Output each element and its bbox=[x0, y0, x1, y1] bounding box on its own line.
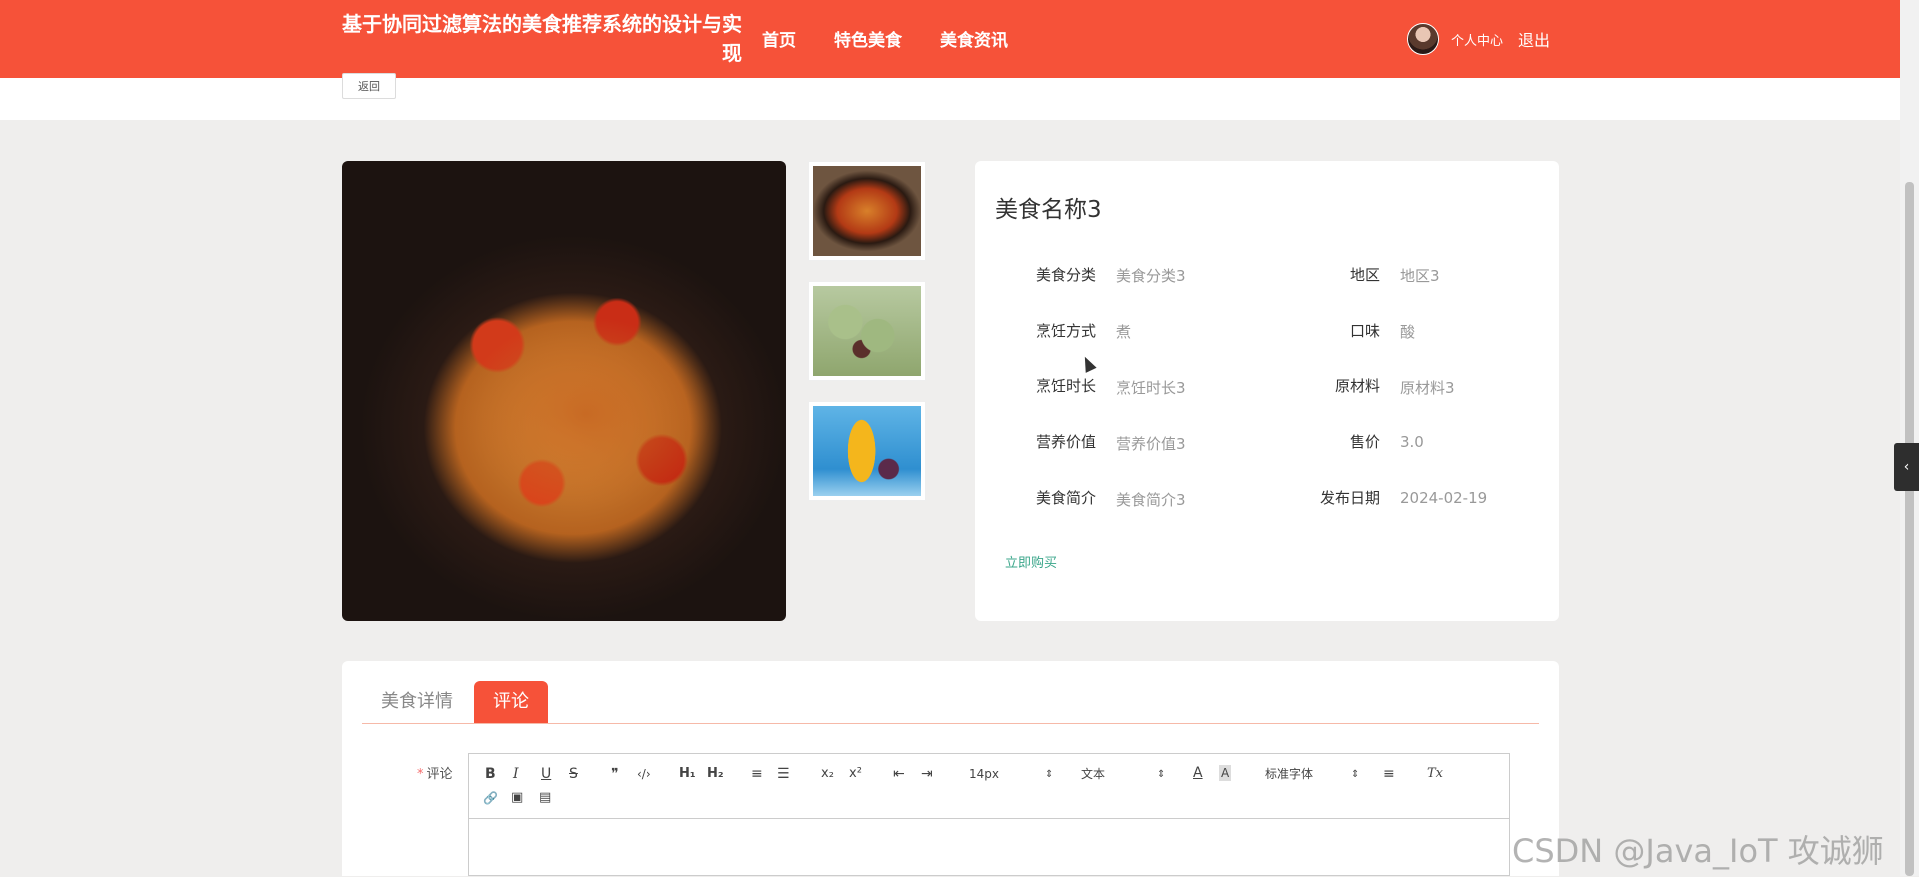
font-size-select[interactable]: 14px ⇕ bbox=[969, 766, 1053, 782]
field-value: 美食分类3 bbox=[1116, 267, 1186, 285]
tab-comment[interactable]: 评论 bbox=[474, 681, 548, 723]
field-label: 美食分类 bbox=[1035, 266, 1096, 284]
tab-bar: 美食详情 评论 bbox=[362, 681, 1539, 724]
field-label: 口味 bbox=[1349, 322, 1380, 340]
font-family-value: 标准字体 bbox=[1265, 767, 1314, 781]
field-label: 烹饪时长 bbox=[1035, 377, 1096, 395]
field-label: 营养价值 bbox=[1035, 433, 1096, 451]
side-panel-toggle[interactable]: ‹ bbox=[1894, 443, 1919, 491]
field-label: 售价 bbox=[1349, 433, 1380, 451]
thumbnail-image bbox=[813, 406, 921, 496]
field-value: 美食简介3 bbox=[1116, 491, 1186, 509]
font-family-select[interactable]: 标准字体 ⇕ bbox=[1265, 766, 1359, 782]
logout-link[interactable]: 退出 bbox=[1518, 27, 1550, 51]
superscript-icon[interactable]: x² bbox=[849, 766, 862, 782]
bold-icon[interactable]: B bbox=[485, 766, 496, 782]
header-format-select[interactable]: 文本 ⇕ bbox=[1081, 766, 1165, 782]
buy-now-link[interactable]: 立即购买 bbox=[1005, 552, 1057, 571]
field-label: 烹饪方式 bbox=[1035, 322, 1096, 340]
heading-1-icon[interactable]: H₁ bbox=[679, 766, 696, 782]
chevron-left-icon: ‹ bbox=[1903, 459, 1910, 475]
main-nav: 首页 特色美食 美食资讯 bbox=[762, 26, 1008, 51]
nav-food-news[interactable]: 美食资讯 bbox=[940, 26, 1008, 51]
thumbnail-1[interactable] bbox=[808, 161, 926, 261]
field-label: 发布日期 bbox=[1319, 489, 1380, 507]
field-value: 烹饪时长3 bbox=[1116, 379, 1186, 397]
food-name: 美食名称3 bbox=[995, 197, 1102, 223]
rich-text-editor: B I U S ❞ ‹/› H₁ H₂ ≡ ☰ x₂ x² ⇤ ⇥ 14px ⇕ … bbox=[468, 753, 1510, 876]
sub-bar bbox=[0, 78, 1900, 120]
blockquote-icon[interactable]: ❞ bbox=[611, 766, 619, 782]
field-value: 3.0 bbox=[1400, 433, 1424, 451]
indent-icon[interactable]: ⇥ bbox=[921, 766, 933, 782]
font-color-icon[interactable]: A bbox=[1193, 765, 1203, 781]
select-arrow-icon: ⇕ bbox=[1045, 769, 1054, 780]
header-format-value: 文本 bbox=[1081, 767, 1106, 781]
image-icon[interactable]: ▣ bbox=[511, 790, 523, 806]
field-label: 原材料 bbox=[1334, 377, 1380, 395]
comment-editor-area[interactable] bbox=[469, 819, 1509, 877]
user-center-link[interactable]: 个人中心 bbox=[1451, 30, 1503, 49]
site-title: 基于协同过滤算法的美食推荐系统的设计与实现 bbox=[342, 12, 742, 65]
field-label: 地区 bbox=[1349, 266, 1380, 284]
thumbnail-2[interactable] bbox=[808, 281, 926, 381]
main-food-image bbox=[342, 161, 786, 621]
nav-home[interactable]: 首页 bbox=[762, 26, 796, 51]
field-label: 美食简介 bbox=[1035, 489, 1096, 507]
field-value: 原材料3 bbox=[1400, 379, 1455, 397]
underline-icon[interactable]: U bbox=[541, 766, 551, 782]
code-block-icon[interactable]: ‹/› bbox=[637, 766, 651, 782]
required-mark: * bbox=[417, 767, 424, 782]
field-value: 营养价值3 bbox=[1116, 435, 1186, 453]
align-icon[interactable]: ≡ bbox=[1383, 766, 1395, 782]
clear-format-icon[interactable]: Tx bbox=[1427, 766, 1443, 782]
avatar[interactable] bbox=[1407, 23, 1439, 55]
bullet-list-icon[interactable]: ☰ bbox=[777, 766, 790, 782]
nav-featured-food[interactable]: 特色美食 bbox=[834, 26, 902, 51]
field-value: 酸 bbox=[1400, 323, 1416, 341]
subscript-icon[interactable]: x₂ bbox=[821, 766, 834, 782]
editor-toolbar: B I U S ❞ ‹/› H₁ H₂ ≡ ☰ x₂ x² ⇤ ⇥ 14px ⇕ … bbox=[469, 754, 1509, 819]
thumbnail-image bbox=[813, 286, 921, 376]
background-color-icon[interactable]: A bbox=[1219, 765, 1232, 781]
field-value: 煮 bbox=[1116, 323, 1132, 341]
comment-label-text: 评论 bbox=[426, 767, 453, 782]
comment-label: * 评论 bbox=[417, 763, 453, 782]
field-value: 2024-02-19 bbox=[1400, 489, 1488, 507]
thumbnail-3[interactable] bbox=[808, 401, 926, 501]
video-icon[interactable]: ▤ bbox=[539, 790, 551, 806]
detail-section: 美食详情 评论 * 评论 B I U S ❞ ‹/› H₁ H₂ ≡ ☰ x₂ x… bbox=[342, 661, 1559, 876]
link-icon[interactable]: 🔗 bbox=[483, 790, 498, 806]
csdn-watermark: CSDN @Java_IoT 攻诚狮 bbox=[1512, 832, 1884, 870]
italic-icon[interactable]: I bbox=[513, 766, 519, 782]
field-value: 地区3 bbox=[1400, 267, 1440, 285]
back-button[interactable]: 返回 bbox=[342, 73, 396, 99]
outdent-icon[interactable]: ⇤ bbox=[893, 766, 905, 782]
food-info-card: 美食名称3 美食分类 美食分类3 地区 地区3 烹饪方式 煮 口味 酸 烹饪时长… bbox=[975, 161, 1559, 621]
heading-2-icon[interactable]: H₂ bbox=[707, 766, 724, 782]
strikethrough-icon[interactable]: S bbox=[569, 766, 578, 782]
user-area: 个人中心 退出 bbox=[1407, 23, 1550, 55]
ordered-list-icon[interactable]: ≡ bbox=[751, 766, 763, 782]
tab-food-detail[interactable]: 美食详情 bbox=[362, 681, 472, 723]
thumbnail-image bbox=[813, 166, 921, 256]
select-arrow-icon: ⇕ bbox=[1351, 769, 1360, 780]
top-header: 基于协同过滤算法的美食推荐系统的设计与实现 首页 特色美食 美食资讯 个人中心 … bbox=[0, 0, 1900, 78]
scrollbar-thumb[interactable] bbox=[1905, 182, 1914, 876]
font-size-value: 14px bbox=[969, 767, 999, 781]
select-arrow-icon: ⇕ bbox=[1157, 769, 1166, 780]
